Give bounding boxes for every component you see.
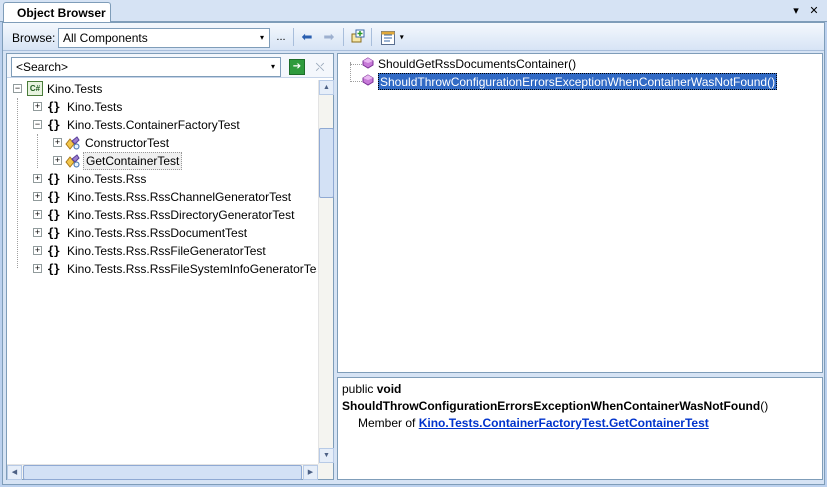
search-input[interactable]: <Search> ▾ [11,57,281,77]
tree-node-label: Kino.Tests.ContainerFactoryTest [67,118,240,132]
window-position-dropdown-icon[interactable]: ▾ [788,3,804,19]
tab-title: Object Browser [17,6,106,20]
collapse-toggle-icon[interactable]: − [13,84,22,93]
test-class-icon [65,136,80,150]
tree-node-label: Kino.Tests.Rss.RssDocumentTest [67,226,248,240]
namespace-icon: {} [47,172,60,186]
namespace-icon: {} [47,118,60,132]
forward-arrow-icon[interactable]: ➡ [319,28,339,46]
tree-node-label: Kino.Tests.Rss.RssFileGeneratorTest [67,244,266,258]
namespace-icon: {} [47,100,60,114]
search-row: <Search> ▾ ➔ ⛌ [7,54,333,78]
close-icon[interactable]: ✕ [806,3,822,19]
method-icon [362,57,374,69]
browse-label: Browse: [12,31,56,45]
tree-node-label: ConstructorTest [85,136,170,150]
tree-connector [37,134,38,168]
member-item-selected[interactable]: ShouldThrowConfigurationErrorsExceptionW… [378,73,778,90]
search-value: <Search> [16,60,69,74]
expand-toggle-icon[interactable]: + [53,138,62,147]
scroll-up-icon[interactable]: ▲ [319,80,334,95]
expand-toggle-icon[interactable]: + [33,246,42,255]
clear-search-icon[interactable]: ⛌ [311,59,329,75]
class-link[interactable]: GetContainerTest [609,416,709,430]
tab-object-browser[interactable]: Object Browser [3,2,111,23]
method-name: ShouldThrowConfigurationErrorsExceptionW… [342,399,761,413]
tree-node-label: Kino.Tests.Rss.RssFileSystemInfoGenerato… [67,262,317,276]
chevron-down-icon: ▾ [259,33,264,42]
tree-node-label: Kino.Tests [47,82,103,96]
browse-scope-select[interactable]: All Components ▾ [58,28,270,48]
expand-toggle-icon[interactable]: + [33,192,42,201]
chevron-down-icon: ▾ [399,32,404,42]
description-pane: public void ShouldThrowConfigurationErro… [337,377,823,480]
object-browser-frame: Browse: All Components ▾ ... ⬅ ➡ ▾ <Sear… [2,22,825,485]
scroll-down-icon[interactable]: ▼ [319,448,334,463]
member-of-label: Member of [358,416,416,430]
scroll-left-icon[interactable]: ◀ [7,465,22,480]
objects-pane: <Search> ▾ ➔ ⛌ − C# Kino.Tests + {} Kino… [6,53,334,480]
collapse-toggle-icon[interactable]: − [33,120,42,129]
namespace-icon: {} [47,226,60,240]
toolbar-separator [371,28,372,46]
signature-line-2: ShouldThrowConfigurationErrorsExceptionW… [342,398,818,415]
tree-connector [17,98,18,268]
expand-toggle-icon[interactable]: + [33,174,42,183]
access-modifier: public [342,382,374,396]
signature-line-1: public void [342,381,818,398]
tree-node-label: Kino.Tests [67,100,123,114]
tree-connector [350,64,362,65]
namespace-icon: {} [47,262,60,276]
edit-custom-component-set-button[interactable]: ... [271,28,291,46]
toolbar-separator [343,28,344,46]
test-class-icon [65,154,80,168]
return-type: void [376,382,402,396]
assembly-icon: C# [27,81,43,96]
browse-scope-value: All Components [63,31,148,45]
back-arrow-icon[interactable]: ⬅ [297,28,317,46]
namespace-icon: {} [47,208,60,222]
scrollbar-corner [318,464,333,479]
object-tree: − C# Kino.Tests + {} Kino.Tests − {} Kin… [7,80,317,464]
expand-toggle-icon[interactable]: + [53,156,62,165]
vertical-scrollbar[interactable]: ▲ ▼ [318,80,334,464]
method-parens: () [760,399,769,413]
namespace-link[interactable]: Kino.Tests.ContainerFactoryTest [419,416,606,430]
browser-settings-button[interactable]: ▾ [376,28,408,46]
scrollbar-thumb[interactable] [319,128,334,198]
tree-node-label: Kino.Tests.Rss.RssChannelGeneratorTest [67,190,292,204]
toolbar-separator [293,28,294,46]
add-to-references-icon [351,29,365,43]
scrollbar-thumb[interactable] [23,465,302,480]
tool-window-tabstrip: Object Browser ▾ ✕ [0,0,827,23]
toolbar: Browse: All Components ▾ ... ⬅ ➡ ▾ [3,23,824,51]
member-item[interactable]: ShouldGetRssDocumentsContainer() [378,56,576,73]
expand-toggle-icon[interactable]: + [33,228,42,237]
chevron-down-icon: ▾ [270,62,275,71]
tree-node-label: Kino.Tests.Rss.RssDirectoryGeneratorTest [67,208,295,222]
expand-toggle-icon[interactable]: + [33,102,42,111]
add-reference-button[interactable] [348,28,368,46]
expand-toggle-icon[interactable]: + [33,210,42,219]
members-pane: ShouldGetRssDocumentsContainer() ShouldT… [337,53,823,373]
horizontal-scrollbar[interactable]: ◀ ▶ [7,464,318,480]
namespace-icon: {} [47,244,60,258]
member-of-line: Member of Kino.Tests.ContainerFactoryTes… [342,415,818,432]
tree-node-label: Kino.Tests.Rss [67,172,147,186]
method-icon [362,74,374,86]
namespace-icon: {} [47,190,60,204]
expand-toggle-icon[interactable]: + [33,264,42,273]
settings-list-icon [381,30,396,45]
search-go-button[interactable]: ➔ [289,59,305,75]
tree-connector [350,81,362,82]
tree-node-label-selected: GetContainerTest [83,152,183,170]
scroll-right-icon[interactable]: ▶ [303,465,318,480]
